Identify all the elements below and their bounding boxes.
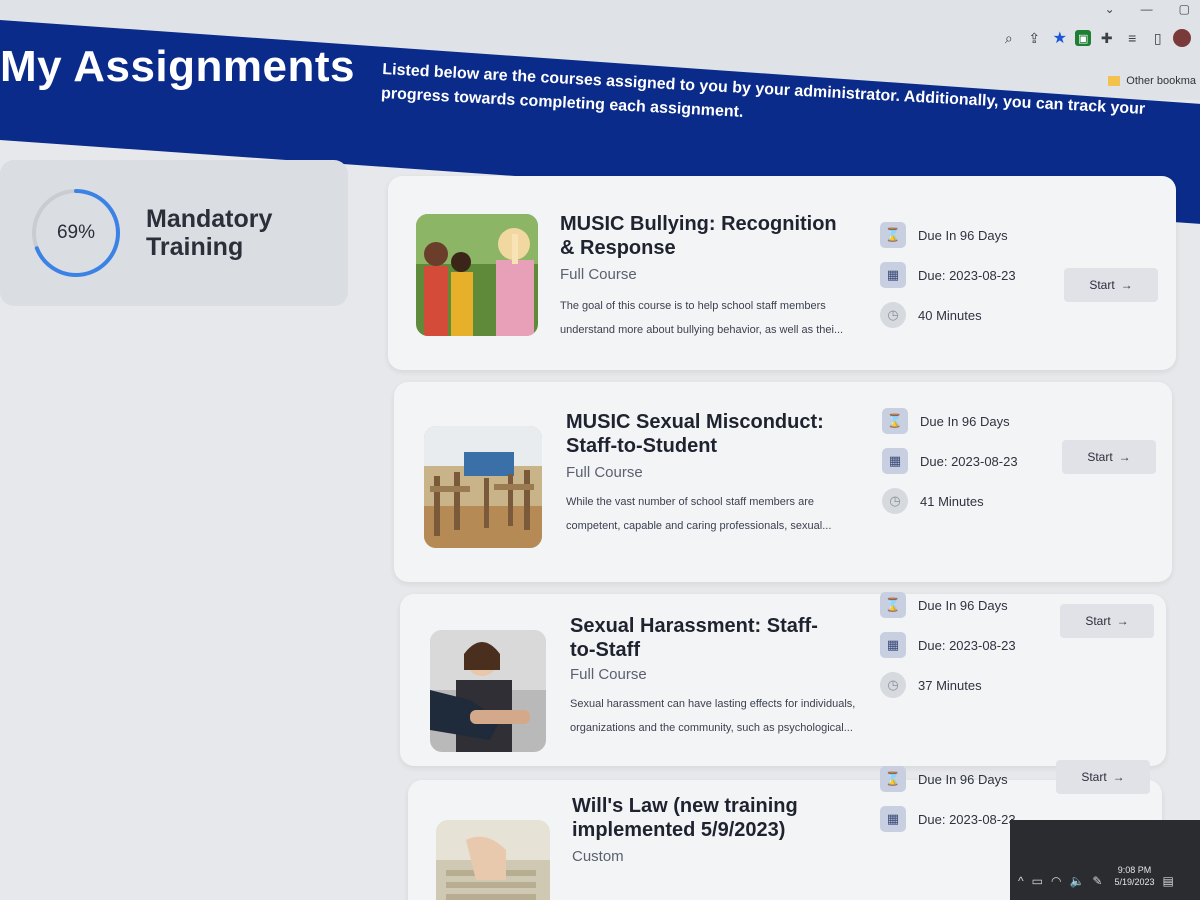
start-button[interactable]: Start → bbox=[1060, 604, 1154, 638]
due-date: Due: 2023-08-23 bbox=[918, 637, 1016, 653]
window-controls: ⌄ — ▢ bbox=[1105, 2, 1190, 16]
course-thumbnail bbox=[424, 426, 542, 548]
maximize-icon[interactable]: ▢ bbox=[1179, 2, 1190, 16]
start-button[interactable]: Start → bbox=[1056, 760, 1150, 794]
course-thumbnail bbox=[416, 214, 538, 336]
start-button-label: Start bbox=[1085, 614, 1111, 628]
course-meta: ⌛ Due In 96 Days ▦ Due: 2023-08-23 bbox=[880, 766, 1016, 832]
taskbar-clock[interactable]: 9:08 PM 5/19/2023 bbox=[1114, 864, 1154, 888]
course-type: Full Course bbox=[560, 266, 637, 283]
start-button-label: Start bbox=[1081, 770, 1107, 784]
arrow-right-icon: → bbox=[1112, 770, 1125, 784]
course-type: Full Course bbox=[566, 464, 643, 481]
taskbar-time: 9:08 PM bbox=[1117, 865, 1152, 875]
hourglass-icon: ⌛ bbox=[880, 766, 906, 792]
due-in: Due In 96 Days bbox=[918, 597, 1008, 613]
course-title[interactable]: Sexual Harassment: Staff-to-Staff bbox=[570, 614, 840, 662]
course-description: The goal of this course is to help schoo… bbox=[560, 300, 844, 336]
course-meta: ⌛ Due In 96 Days ▦ Due: 2023-08-23 ◷ 37 Min… bbox=[880, 592, 1016, 698]
notification-icon[interactable]: ▤ bbox=[1163, 874, 1174, 888]
calendar-icon: ▦ bbox=[880, 262, 906, 288]
course-description: Sexual harassment can have lasting effec… bbox=[570, 698, 856, 734]
training-group-title: Mandatory Training bbox=[146, 205, 273, 261]
due-date: Due: 2023-08-23 bbox=[920, 453, 1018, 469]
chevron-down-icon[interactable]: ⌄ bbox=[1105, 2, 1115, 16]
pen-icon[interactable]: ✎ bbox=[1092, 874, 1102, 888]
duration: 37 Minutes bbox=[918, 677, 982, 693]
progress-percent: 69% bbox=[56, 222, 96, 243]
due-in: Due In 96 Days bbox=[918, 227, 1008, 243]
course-type: Full Course bbox=[570, 666, 647, 683]
course-meta: ⌛ Due In 96 Days ▦ Due: 2023-08-23 ◷ 41 Min… bbox=[882, 408, 1018, 514]
clock-icon: ◷ bbox=[880, 672, 906, 698]
clock-icon: ◷ bbox=[880, 302, 906, 328]
course-meta: ⌛ Due In 96 Days ▦ Due: 2023-08-23 ◷ 40 Min… bbox=[880, 222, 1016, 328]
arrow-right-icon: → bbox=[1116, 614, 1129, 628]
calendar-icon: ▦ bbox=[880, 806, 906, 832]
course-thumbnail bbox=[430, 630, 546, 752]
due-date: Due: 2023-08-23 bbox=[918, 811, 1016, 827]
calendar-icon: ▦ bbox=[882, 448, 908, 474]
course-title[interactable]: Will's Law (new training implemented 5/9… bbox=[572, 794, 832, 842]
battery-icon[interactable]: ▭ bbox=[1032, 874, 1043, 888]
arrow-right-icon: → bbox=[1118, 450, 1131, 464]
course-type: Custom bbox=[572, 848, 624, 865]
progress-ring: 69% bbox=[30, 187, 122, 279]
chevron-up-icon[interactable]: ^ bbox=[1018, 874, 1024, 888]
volume-icon[interactable]: 🔈 bbox=[1069, 874, 1084, 888]
course-thumbnail bbox=[436, 820, 550, 900]
taskbar-date: 5/19/2023 bbox=[1114, 877, 1155, 887]
course-title[interactable]: MUSIC Bullying: Recognition & Response bbox=[560, 212, 850, 260]
due-in: Due In 96 Days bbox=[918, 771, 1008, 787]
duration: 41 Minutes bbox=[920, 493, 984, 509]
hourglass-icon: ⌛ bbox=[880, 592, 906, 618]
due-in: Due In 96 Days bbox=[920, 413, 1010, 429]
calendar-icon: ▦ bbox=[880, 632, 906, 658]
duration: 40 Minutes bbox=[918, 307, 982, 323]
start-button[interactable]: Start → bbox=[1062, 440, 1156, 474]
minimize-icon[interactable]: — bbox=[1141, 2, 1153, 16]
system-tray: ^ ▭ ◠ 🔈 ✎ 9:08 PM 5/19/2023 ▤ bbox=[1010, 820, 1200, 900]
assignment-card[interactable]: MUSIC Bullying: Recognition & Response F… bbox=[388, 176, 1176, 370]
hourglass-icon: ⌛ bbox=[882, 408, 908, 434]
wifi-icon[interactable]: ◠ bbox=[1051, 874, 1061, 888]
arrow-right-icon: → bbox=[1120, 278, 1133, 292]
course-description: While the vast number of school staff me… bbox=[566, 496, 832, 532]
start-button[interactable]: Start → bbox=[1064, 268, 1158, 302]
due-date: Due: 2023-08-23 bbox=[918, 267, 1016, 283]
assignment-card[interactable]: Sexual Harassment: Staff-to-Staff Full C… bbox=[400, 592, 1166, 766]
assignment-card[interactable]: MUSIC Sexual Misconduct: Staff-to-Studen… bbox=[394, 382, 1172, 582]
header-content: My Assignments Listed below are the cour… bbox=[0, 30, 1200, 130]
start-button-label: Start bbox=[1089, 278, 1115, 292]
progress-card[interactable]: 69% Mandatory Training bbox=[0, 160, 348, 306]
page-title: My Assignments bbox=[0, 42, 356, 91]
hourglass-icon: ⌛ bbox=[880, 222, 906, 248]
clock-icon: ◷ bbox=[882, 488, 908, 514]
course-title[interactable]: MUSIC Sexual Misconduct: Staff-to-Studen… bbox=[566, 410, 862, 458]
start-button-label: Start bbox=[1087, 450, 1113, 464]
